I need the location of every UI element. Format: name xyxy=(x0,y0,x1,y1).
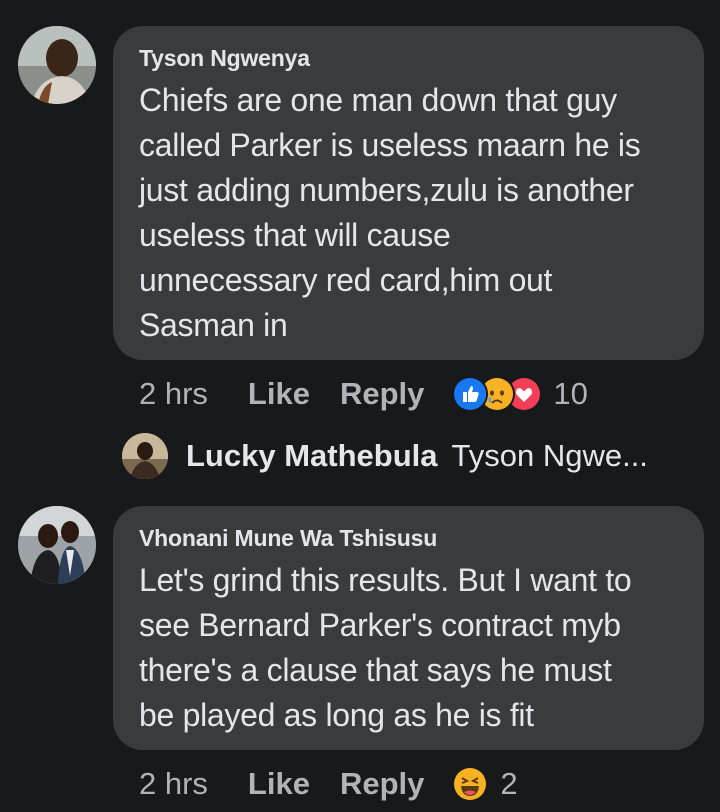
reply-text: Tyson Ngwe... xyxy=(451,438,648,473)
avatar-tyson-ngwenya[interactable] xyxy=(18,26,96,104)
reactions-summary[interactable]: 10 xyxy=(452,376,588,412)
like-button[interactable]: Like xyxy=(248,376,310,412)
like-button[interactable]: Like xyxy=(248,766,310,802)
comment-text-line: be played as long as he is fit xyxy=(139,697,534,733)
reactions-summary[interactable]: 2 xyxy=(452,766,518,802)
comment-text-line: unnecessary red card,him out xyxy=(139,262,553,298)
reaction-count: 10 xyxy=(553,376,588,411)
avatar-lucky-mathebula[interactable] xyxy=(122,433,168,479)
avatar-vhonani-mune[interactable] xyxy=(18,506,96,584)
comment-bubble[interactable]: Tyson Ngwenya Chiefs are one man down th… xyxy=(113,26,704,360)
comment-text: Let's grind this results. But I want to … xyxy=(139,558,678,738)
comment-text-line: Let's grind this results. But I want to xyxy=(139,562,632,598)
comment-text-line: useless that will cause xyxy=(139,217,451,253)
haha-icon xyxy=(452,766,489,802)
comment-text-line: Chiefs are one man down that guy xyxy=(139,82,617,118)
reply-button[interactable]: Reply xyxy=(340,766,424,802)
like-icon xyxy=(452,376,489,412)
comment-timestamp[interactable]: 2 hrs xyxy=(139,766,208,802)
comment-actions: 2 hrs Like Reply 2 xyxy=(139,766,518,802)
comment-author[interactable]: Tyson Ngwenya xyxy=(139,44,678,72)
comment-actions: 2 hrs Like Reply 10 xyxy=(139,376,588,412)
comment-text-line: there's a clause that says he must xyxy=(139,652,612,688)
comment-text-line: see Bernard Parker's contract myb xyxy=(139,607,621,643)
comment-text: Chiefs are one man down that guy called … xyxy=(139,78,678,348)
comment-author[interactable]: Vhonani Mune Wa Tshisusu xyxy=(139,524,678,552)
reply-preview[interactable]: Lucky Mathebula Tyson Ngwe... xyxy=(122,433,648,479)
comment-bubble[interactable]: Vhonani Mune Wa Tshisusu Let's grind thi… xyxy=(113,506,704,750)
reply-button[interactable]: Reply xyxy=(340,376,424,412)
comment-text-line: Sasman in xyxy=(139,307,288,343)
reply-author[interactable]: Lucky Mathebula xyxy=(186,438,438,474)
comment-text-line: just adding numbers,zulu is another xyxy=(139,172,634,208)
reaction-count: 2 xyxy=(500,766,518,801)
comment-text-line: called Parker is useless maarn he is xyxy=(139,127,641,163)
comment-timestamp[interactable]: 2 hrs xyxy=(139,376,208,412)
